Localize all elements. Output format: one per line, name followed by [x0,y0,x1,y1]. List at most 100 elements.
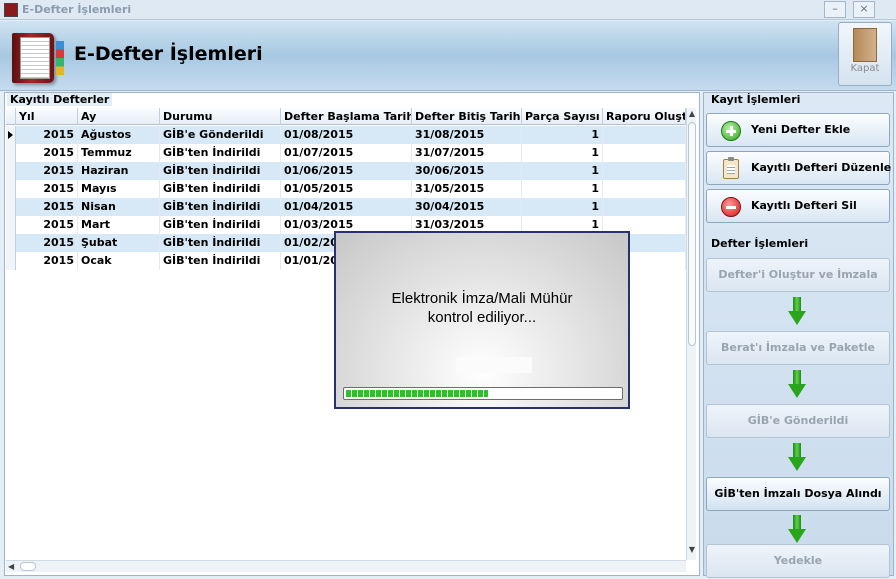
table-row[interactable]: 2015 Temmuz GİB'ten İndirildi 01/07/2015 31/… [6,144,686,162]
cell-durumu[interactable]: GİB'ten İndirildi [160,198,281,216]
horizontal-scrollbar[interactable]: ◀ [6,560,686,572]
gibten-imzali-dosya-alindi-button[interactable]: GİB'ten İmzalı Dosya Alındı [706,477,890,511]
cell-durumu[interactable]: GİB'ten İndirildi [160,144,281,162]
kayitli-defteri-duzenle-button[interactable]: Kayıtlı Defteri Düzenle [706,151,892,185]
dialog-message: Elektronik İmza/Mali Mühür kontrol edili… [336,289,628,327]
cell-raporu-olustu[interactable] [603,180,686,198]
scroll-up-icon[interactable]: ▲ [687,108,696,120]
progress-fill [346,390,489,397]
cell-durumu[interactable]: GİB'ten İndirildi [160,234,281,252]
cell-yil[interactable]: 2015 [16,162,78,180]
page-title: E-Defter İşlemleri [74,43,263,65]
row-selector[interactable] [6,234,16,252]
header-baslama-tarihi[interactable]: Defter Başlama Tarihi [281,108,412,125]
gibe-gonderildi-button[interactable]: GİB'e Gönderildi [706,404,890,438]
scroll-left-icon[interactable]: ◀ [8,561,14,572]
cell-parca-sayisi[interactable]: 1 [522,144,603,162]
cell-parca-sayisi[interactable]: 1 [522,180,603,198]
horizontal-scroll-thumb[interactable] [20,562,36,571]
cell-raporu-olustu[interactable] [603,198,686,216]
cell-ay[interactable]: Ocak [78,252,160,270]
cell-baslama-tarihi[interactable]: 01/07/2015 [281,144,412,162]
row-selector[interactable] [6,180,16,198]
yeni-defter-ekle-label: Yeni Defter Ekle [751,123,851,136]
progress-bar [343,387,623,400]
app-icon [4,3,18,17]
cell-yil[interactable]: 2015 [16,126,78,144]
table-row[interactable]: 2015 Ağustos GİB'e Gönderildi 01/08/2015 31/… [6,126,686,144]
row-selector[interactable] [6,252,16,270]
kayitli-defteri-sil-label: Kayıtlı Defteri Sil [751,199,857,212]
yedekle-button[interactable]: Yedekle [706,544,890,578]
cell-ay[interactable]: Mart [78,216,160,234]
row-selector[interactable] [6,162,16,180]
header-durumu[interactable]: Durumu [160,108,281,125]
cell-yil[interactable]: 2015 [16,180,78,198]
cell-durumu[interactable]: GİB'ten İndirildi [160,162,281,180]
kapat-button[interactable]: Kapat [838,22,892,86]
berat-imzala-paketle-button[interactable]: Berat'ı İmzala ve Paketle [706,331,890,365]
vertical-scroll-thumb[interactable] [688,122,696,346]
cell-yil[interactable]: 2015 [16,234,78,252]
cell-parca-sayisi[interactable]: 1 [522,198,603,216]
cell-bitis-tarihi[interactable]: 31/08/2015 [412,126,522,144]
cell-yil[interactable]: 2015 [16,144,78,162]
dialog-message-line2: kontrol ediliyor... [427,309,537,326]
cell-bitis-tarihi[interactable]: 31/07/2015 [412,144,522,162]
row-selector[interactable] [6,216,16,234]
row-selector[interactable] [6,198,16,216]
header-ay[interactable]: Ay [78,108,160,125]
cell-durumu[interactable]: GİB'ten İndirildi [160,180,281,198]
cell-bitis-tarihi[interactable]: 30/04/2015 [412,198,522,216]
kayitli-defteri-sil-button[interactable]: Kayıtlı Defteri Sil [706,189,890,223]
grid-caption: Kayıtlı Defterler [7,93,113,106]
cell-raporu-olustu[interactable] [603,162,686,180]
cell-ay[interactable]: Temmuz [78,144,160,162]
kayit-islemleri-caption: Kayıt İşlemleri [711,93,801,106]
header-raporu-olustu[interactable]: Raporu Oluştu [603,108,686,125]
header-parca-sayisi[interactable]: Parça Sayısı [522,108,603,125]
cell-bitis-tarihi[interactable]: 31/05/2015 [412,180,522,198]
minimize-button[interactable]: – [824,1,846,18]
cell-bitis-tarihi[interactable]: 30/06/2015 [412,162,522,180]
cell-ay[interactable]: Mayıs [78,180,160,198]
cell-yil[interactable]: 2015 [16,252,78,270]
row-selector[interactable] [6,144,16,162]
cell-durumu[interactable]: GİB'ten İndirildi [160,216,281,234]
header-yil[interactable]: Yıl [16,108,78,125]
header-selector [6,108,16,125]
yeni-defter-ekle-button[interactable]: Yeni Defter Ekle [706,113,890,147]
cell-yil[interactable]: 2015 [16,198,78,216]
down-arrow-icon [788,443,806,473]
dialog-highlight [456,357,532,373]
cell-raporu-olustu[interactable] [603,126,686,144]
cell-baslama-tarihi[interactable]: 01/06/2015 [281,162,412,180]
cell-parca-sayisi[interactable]: 1 [522,162,603,180]
cell-durumu[interactable]: GİB'e Gönderildi [160,126,281,144]
cell-baslama-tarihi[interactable]: 01/04/2015 [281,198,412,216]
cell-ay[interactable]: Şubat [78,234,160,252]
cell-ay[interactable]: Ağustos [78,126,160,144]
cell-ay[interactable]: Haziran [78,162,160,180]
cell-yil[interactable]: 2015 [16,216,78,234]
close-window-button[interactable]: × [853,1,875,18]
scroll-down-icon[interactable]: ▼ [687,544,696,556]
row-selector[interactable] [6,126,16,144]
defter-islemleri-caption: Defter İşlemleri [711,237,809,250]
defter-olustur-imzala-button[interactable]: Defter'i Oluştur ve İmzala [706,258,890,292]
table-row[interactable]: 2015 Mayıs GİB'ten İndirildi 01/05/2015 31/0… [6,180,686,198]
cell-baslama-tarihi[interactable]: 01/08/2015 [281,126,412,144]
cell-parca-sayisi[interactable]: 1 [522,126,603,144]
kayitli-defteri-duzenle-label: Kayıtlı Defteri Düzenle [751,161,892,174]
cell-durumu[interactable]: GİB'ten İndirildi [160,252,281,270]
grid-header: Yıl Ay Durumu Defter Başlama Tarihi Deft… [6,108,686,125]
cell-ay[interactable]: Nisan [78,198,160,216]
cell-raporu-olustu[interactable] [603,144,686,162]
table-row[interactable]: 2015 Nisan GİB'ten İndirildi 01/04/2015 30/0… [6,198,686,216]
table-row[interactable]: 2015 Haziran GİB'ten İndirildi 01/06/2015 30… [6,162,686,180]
vertical-scrollbar[interactable]: ▲ ▼ [686,108,696,560]
header-banner: E-Defter İşlemleri Kapat [0,21,896,91]
cell-baslama-tarihi[interactable]: 01/05/2015 [281,180,412,198]
header-bitis-tarihi[interactable]: Defter Bitiş Tarihi [412,108,522,125]
down-arrow-icon [788,297,806,327]
